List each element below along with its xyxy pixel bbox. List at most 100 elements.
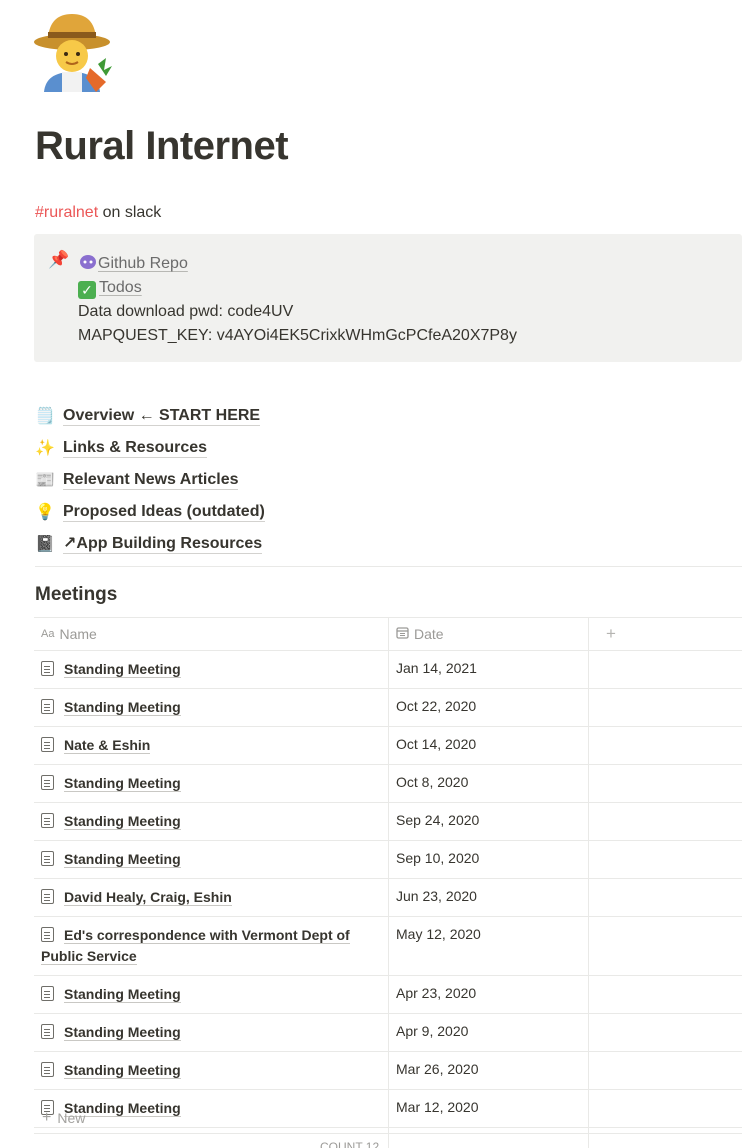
table-row[interactable]: Standing Meeting Oct 8, 2020 xyxy=(34,765,742,803)
table-row[interactable]: Standing Meeting Sep 24, 2020 xyxy=(34,803,742,841)
row-name-cell[interactable]: Nate & Eshin xyxy=(34,727,389,764)
page-link-news-articles[interactable]: 📰 Relevant News Articles xyxy=(35,464,742,496)
row-extra-cell xyxy=(589,1014,742,1051)
mapquest-key: MAPQUEST_KEY: v4AYOi4EK5CrixkWHmGcPCfeA2… xyxy=(78,327,517,344)
page-link-links-resources[interactable]: ✨ Links & Resources xyxy=(35,432,742,464)
table-row[interactable]: Standing Meeting Apr 23, 2020 xyxy=(34,976,742,1014)
row-name-cell[interactable]: Standing Meeting xyxy=(34,689,389,726)
table-row[interactable]: Ed's correspondence with Vermont Dept of… xyxy=(34,917,742,976)
table-header-row: Aa Name Date + xyxy=(34,617,742,651)
table-row[interactable]: David Healy, Craig, Eshin Jun 23, 2020 xyxy=(34,879,742,917)
row-name[interactable]: Nate & Eshin xyxy=(64,737,151,754)
sparkles-icon: ✨ xyxy=(35,440,55,457)
row-name[interactable]: Standing Meeting xyxy=(64,1062,181,1079)
page-document-icon xyxy=(41,889,54,904)
row-name-cell[interactable]: David Healy, Craig, Eshin xyxy=(34,879,389,916)
column-header-name[interactable]: Aa Name xyxy=(34,618,389,650)
table-row[interactable]: Standing Meeting Jan 14, 2021 xyxy=(34,651,742,689)
plus-icon: + xyxy=(606,624,616,643)
row-date-cell[interactable]: Oct 14, 2020 xyxy=(389,727,589,764)
calendar-icon xyxy=(396,626,409,642)
row-name[interactable]: Standing Meeting xyxy=(64,699,181,716)
row-name-cell[interactable]: Standing Meeting xyxy=(34,841,389,878)
row-name[interactable]: Ed's correspondence with Vermont Dept of… xyxy=(41,927,350,965)
page-link-label: Links & Resources xyxy=(63,439,208,458)
page-document-icon xyxy=(41,1024,54,1039)
row-date-cell[interactable]: Sep 10, 2020 xyxy=(389,841,589,878)
row-date-cell[interactable]: Oct 8, 2020 xyxy=(389,765,589,802)
page-links-list: 🗒️ Overview ← START HERE ✨ Links & Resou… xyxy=(35,400,742,560)
page-link-label: Relevant News Articles xyxy=(63,471,239,490)
column-date-label: Date xyxy=(414,626,444,642)
page-icon-farmer[interactable] xyxy=(32,8,116,92)
page-link-label: ↗App Building Resources xyxy=(63,535,263,554)
page-link-proposed-ideas[interactable]: 💡 Proposed Ideas (outdated) xyxy=(35,496,742,528)
meetings-title[interactable]: Meetings xyxy=(35,584,117,606)
new-row-label: New xyxy=(57,1109,86,1126)
todos-link[interactable]: Todos xyxy=(99,279,142,296)
checkmark-icon: ✓ xyxy=(78,281,96,299)
row-extra-cell xyxy=(589,917,742,975)
slack-channel-tag[interactable]: #ruralnet xyxy=(35,204,98,221)
page-document-icon xyxy=(41,927,54,942)
row-name-cell[interactable]: Standing Meeting xyxy=(34,1052,389,1089)
todos-line: ✓ Todos xyxy=(78,276,517,300)
row-date-cell[interactable]: Mar 26, 2020 xyxy=(389,1052,589,1089)
column-name-label: Name xyxy=(59,626,97,642)
table-body: Standing Meeting Jan 14, 2021 Standing Mee… xyxy=(34,651,742,1128)
page-document-icon xyxy=(41,775,54,790)
page-link-label: Proposed Ideas (outdated) xyxy=(63,503,265,522)
row-name[interactable]: Standing Meeting xyxy=(64,986,181,1003)
row-name-cell[interactable]: Standing Meeting xyxy=(34,976,389,1013)
page-link-overview[interactable]: 🗒️ Overview ← START HERE xyxy=(35,400,742,432)
row-extra-cell xyxy=(589,765,742,802)
row-name[interactable]: Standing Meeting xyxy=(64,851,181,868)
table-row[interactable]: Standing Meeting Mar 26, 2020 xyxy=(34,1052,742,1090)
page-document-icon xyxy=(41,813,54,828)
row-name-cell[interactable]: Standing Meeting xyxy=(34,765,389,802)
page-document-icon xyxy=(41,1062,54,1077)
row-name[interactable]: Standing Meeting xyxy=(64,1024,181,1041)
row-date-cell[interactable]: Apr 9, 2020 xyxy=(389,1014,589,1051)
new-row-button[interactable]: + New xyxy=(34,1102,742,1134)
row-date-cell[interactable]: Apr 23, 2020 xyxy=(389,976,589,1013)
row-extra-cell xyxy=(589,879,742,916)
pushpin-icon[interactable]: 📌 xyxy=(48,250,69,270)
row-name-cell[interactable]: Standing Meeting xyxy=(34,651,389,688)
page-link-app-building[interactable]: 📓 ↗App Building Resources xyxy=(35,528,742,560)
row-name[interactable]: Standing Meeting xyxy=(64,813,181,830)
row-extra-cell xyxy=(589,651,742,688)
table-row[interactable]: Standing Meeting Oct 22, 2020 xyxy=(34,689,742,727)
row-date-cell[interactable]: Jun 23, 2020 xyxy=(389,879,589,916)
github-repo-link[interactable]: Github Repo xyxy=(98,255,188,272)
row-extra-cell xyxy=(589,976,742,1013)
row-name-cell[interactable]: Standing Meeting xyxy=(34,1014,389,1051)
table-row[interactable]: Nate & Eshin Oct 14, 2020 xyxy=(34,727,742,765)
row-name[interactable]: Standing Meeting xyxy=(64,661,181,678)
data-download-password: Data download pwd: code4UV xyxy=(78,303,294,320)
row-date-cell[interactable]: Oct 22, 2020 xyxy=(389,689,589,726)
row-name[interactable]: David Healy, Craig, Eshin xyxy=(64,889,232,906)
row-date-cell[interactable]: May 12, 2020 xyxy=(389,917,589,975)
add-property-button[interactable]: + xyxy=(589,618,742,650)
table-row[interactable]: Standing Meeting Sep 10, 2020 xyxy=(34,841,742,879)
divider xyxy=(35,566,742,567)
row-name-cell[interactable]: Ed's correspondence with Vermont Dept of… xyxy=(34,917,389,975)
column-header-date[interactable]: Date xyxy=(389,618,589,650)
callout-block: 📌 Github Repo ✓ Todos Data download pwd: … xyxy=(34,234,742,362)
page-link-label: Overview ← START HERE xyxy=(63,407,261,426)
page-document-icon xyxy=(41,737,54,752)
newspaper-icon: 📰 xyxy=(35,472,55,489)
light-bulb-icon: 💡 xyxy=(35,504,55,521)
row-extra-cell xyxy=(589,689,742,726)
row-name-cell[interactable]: Standing Meeting xyxy=(34,803,389,840)
notebook-icon: 📓 xyxy=(35,536,55,553)
table-row[interactable]: Standing Meeting Apr 9, 2020 xyxy=(34,1014,742,1052)
count-footer[interactable]: COUNT 12 xyxy=(320,1140,379,1148)
row-date-cell[interactable]: Jan 14, 2021 xyxy=(389,651,589,688)
meetings-table: Aa Name Date + Standing Meeting Jan 14, 2… xyxy=(34,617,742,1148)
spiral-notepad-icon: 🗒️ xyxy=(35,408,55,425)
row-extra-cell xyxy=(589,803,742,840)
row-name[interactable]: Standing Meeting xyxy=(64,775,181,792)
row-date-cell[interactable]: Sep 24, 2020 xyxy=(389,803,589,840)
